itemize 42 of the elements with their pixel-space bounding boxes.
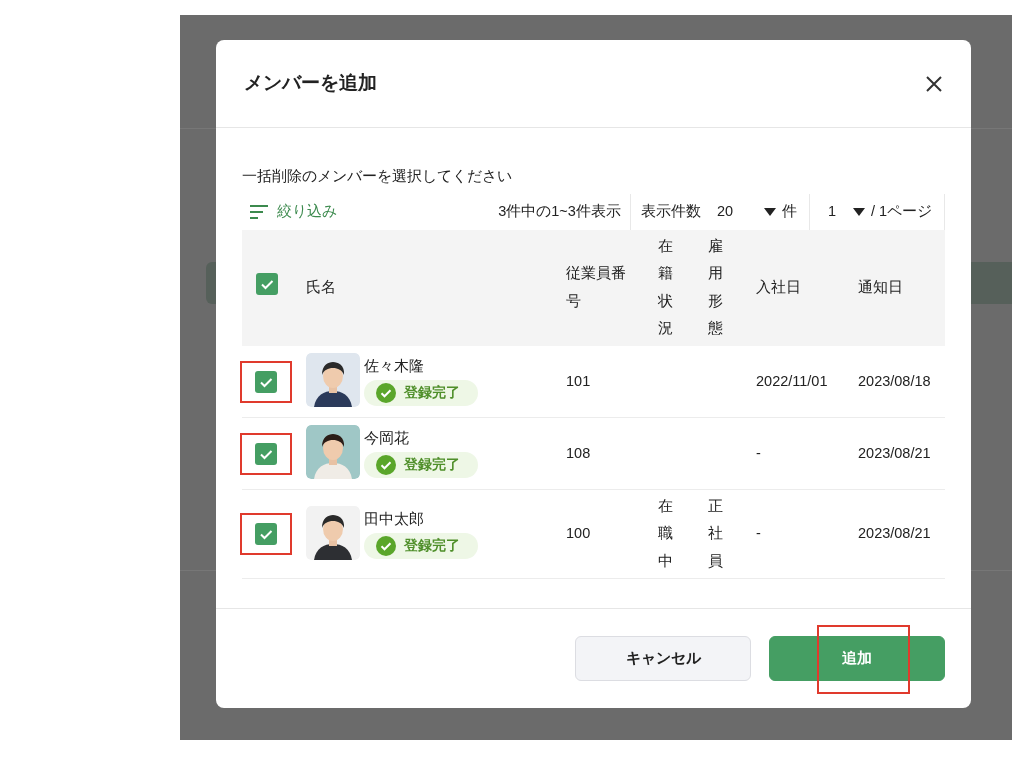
person-name: 田中太郎 bbox=[364, 509, 425, 529]
checkbox[interactable] bbox=[255, 370, 277, 393]
page-size-select[interactable]: 20 件 bbox=[716, 200, 809, 223]
check-circle-icon bbox=[376, 455, 396, 476]
table-cell: 101 bbox=[566, 372, 591, 389]
column-header: 雇用形態 bbox=[708, 236, 723, 339]
table-cell: 2023/08/21 bbox=[858, 525, 931, 542]
table-cell: - bbox=[756, 444, 761, 461]
result-count: 3件中の1~3件表示 bbox=[498, 201, 622, 221]
caret-icon bbox=[851, 206, 866, 217]
table-cell: 2022/11/01 bbox=[756, 372, 828, 389]
page-size-label: 表示件数 bbox=[639, 201, 702, 221]
table-cell: 2023/08/21 bbox=[858, 444, 931, 461]
column-header: 入社日 bbox=[756, 278, 801, 295]
table-cell: 2023/08/18 bbox=[858, 372, 931, 389]
filter-button[interactable]: 絞り込み bbox=[242, 200, 337, 223]
table-cell: 108 bbox=[566, 444, 591, 461]
column-header: 通知日 bbox=[858, 278, 903, 295]
caret-icon bbox=[762, 206, 777, 217]
dialog-title: メンバーを追加 bbox=[244, 72, 377, 95]
person-name: 今岡花 bbox=[364, 429, 410, 449]
status-badge: 登録完了 bbox=[364, 532, 478, 559]
person-name: 佐々木隆 bbox=[364, 357, 425, 377]
table-cell-text: 在職中 bbox=[658, 496, 673, 571]
cancel-button[interactable]: キャンセル bbox=[575, 636, 751, 681]
column-header: 在籍状況 bbox=[658, 236, 673, 339]
table-cell: - bbox=[756, 525, 761, 542]
checkbox[interactable] bbox=[255, 523, 277, 546]
close-icon bbox=[925, 75, 943, 94]
filter-icon bbox=[250, 204, 268, 219]
table-cell-text: 正社員 bbox=[708, 496, 723, 571]
status-badge: 登録完了 bbox=[364, 452, 478, 479]
check-circle-icon bbox=[376, 383, 396, 404]
status-badge: 登録完了 bbox=[364, 379, 478, 407]
column-header: 従業員番号 bbox=[566, 264, 627, 311]
page-select[interactable]: 1 / 1ページ bbox=[809, 200, 944, 223]
checkbox[interactable] bbox=[256, 273, 278, 296]
checkbox[interactable] bbox=[255, 442, 277, 465]
instruction-text: 一括削除のメンバーを選択してください bbox=[242, 167, 513, 186]
table-cell: 100 bbox=[566, 525, 591, 542]
check-circle-icon bbox=[376, 535, 396, 556]
column-header: 氏名 bbox=[306, 278, 336, 295]
